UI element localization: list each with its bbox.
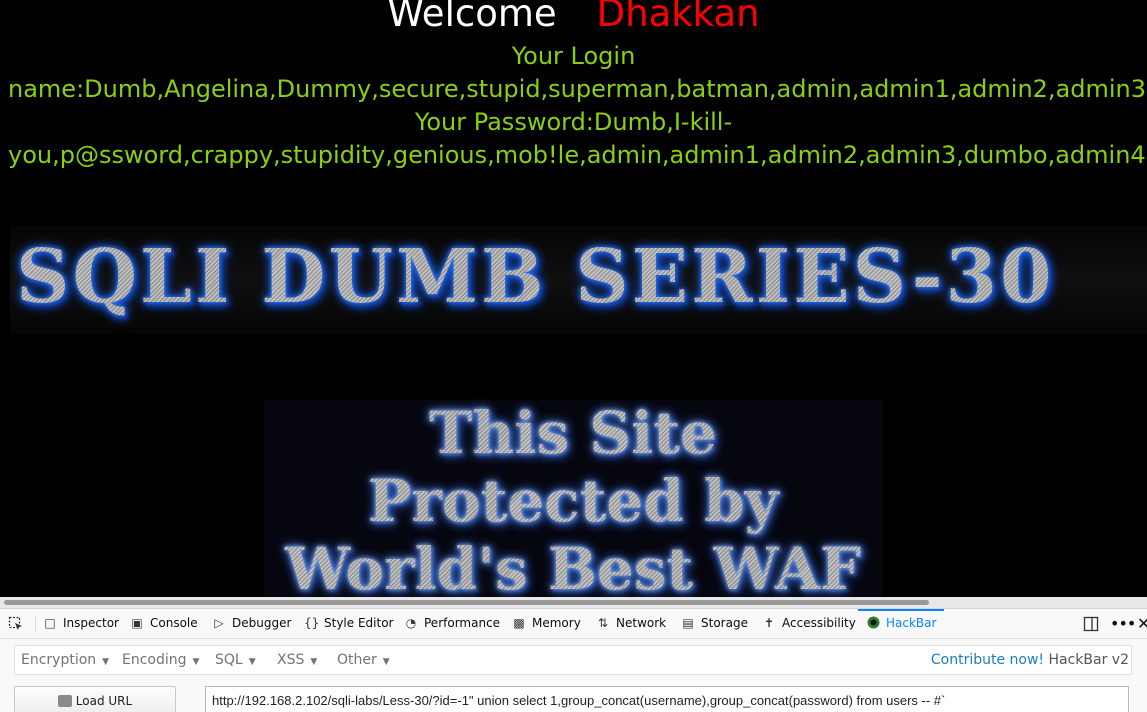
menu-encryption-label: Encryption [21,652,97,668]
debugger-icon: ▷ [214,616,224,630]
element-picker-icon[interactable] [8,609,24,638]
tab-memory-label: Memory [532,616,581,630]
waf-line-2: Protected by [264,468,882,534]
accessibility-icon: ✝ [763,616,775,630]
login-names: name:Dumb,Angelina,Dummy,secure,stupid,s… [8,75,1147,103]
menu-sql-label: SQL [215,652,243,668]
inspector-icon: □ [44,616,56,630]
password-values: you,p@ssword,crappy,stupidity,genious,mo… [8,141,1146,169]
tab-console-label: Console [150,616,198,630]
welcome-heading: Welcome Dhakkan [0,0,1147,38]
chevron-down-icon: ▼ [382,657,390,667]
menu-other[interactable]: Other ▼ [337,646,390,674]
network-icon: ⇅ [597,616,609,630]
tab-inspector[interactable]: □ Inspector [43,609,119,638]
tab-debugger-label: Debugger [232,616,292,630]
waf-line-1: This Site [264,400,882,466]
console-icon: ▣ [131,616,143,630]
chevron-down-icon: ▼ [310,657,318,667]
hackbar-toolbar: Encryption ▼ Encoding ▼ SQL ▼ XSS ▼ Other ▼ C… [14,645,1132,675]
hackbar-version: HackBar v2 [1048,652,1130,668]
tab-console[interactable]: ▣ Console [130,609,198,638]
contribute-link[interactable]: Contribute now! [931,652,1044,668]
memory-icon: ▩ [513,616,525,630]
tab-inspector-label: Inspector [63,616,119,630]
load-url-label: Load URL [75,694,133,708]
waf-line-3: World's Best WAF [264,536,882,600]
url-input[interactable]: http://192.168.2.102/sqli-labs/Less-30/?… [205,686,1129,712]
login-label: Your Login [511,42,636,70]
more-options-icon[interactable]: ••• [1110,609,1136,638]
tab-hackbar[interactable]: HackBar [857,609,945,638]
tab-hackbar-label: HackBar [886,616,937,630]
scrollbar-thumb[interactable] [4,600,929,605]
close-icon[interactable]: ✕ [1137,609,1147,638]
tab-network-label: Network [616,616,667,630]
tab-performance-label: Performance [424,616,501,630]
hackbar-icon [866,609,880,638]
toolbar-divider [35,616,36,632]
welcome-word: Welcome [387,0,557,35]
load-url-icon [57,695,72,707]
chevron-down-icon: ▼ [248,657,256,667]
contribute-area: Contribute now! HackBar v2 [931,646,1129,674]
menu-xss-label: XSS [277,652,305,668]
load-url-button[interactable]: Load URL [14,686,176,712]
password-label: Your Password:Dumb,I-kill- [414,108,733,136]
storage-icon: ▤ [682,616,694,630]
series-banner: SQLI DUMB SERIES-30 [10,226,1147,334]
waf-image: This Site Protected by World's Best WAF [264,400,882,600]
tab-accessibility-label: Accessibility [782,616,856,630]
devtools-tabbar: □ Inspector ▣ Console ▷ Debugger {} Style Ed… [0,609,1147,639]
tab-network[interactable]: ⇅ Network [596,609,666,638]
style-editor-icon: {} [304,616,320,630]
tab-performance[interactable]: ◔ Performance [404,609,500,638]
devtools-panel: □ Inspector ▣ Console ▷ Debugger {} Style Ed… [0,608,1147,712]
chevron-down-icon: ▼ [102,657,110,667]
welcome-name: Dhakkan [596,0,760,35]
menu-xss[interactable]: XSS ▼ [277,646,317,674]
dock-side-icon[interactable] [1083,609,1099,638]
page-horizontal-scrollbar[interactable] [0,597,1147,608]
banner-title: SQLI DUMB SERIES-30 [16,234,1055,320]
tab-storage[interactable]: ▤ Storage [681,609,748,638]
performance-icon: ◔ [405,616,417,630]
tab-style-editor-label: Style Editor [324,616,394,630]
menu-encoding-label: Encoding [122,652,187,668]
chevron-down-icon: ▼ [192,657,200,667]
menu-sql[interactable]: SQL ▼ [215,646,256,674]
tab-style-editor[interactable]: {} Style Editor [304,609,393,638]
page-content: Welcome Dhakkan Your Login name:Dumb,Ange… [0,0,1147,600]
tab-memory[interactable]: ▩ Memory [512,609,581,638]
menu-other-label: Other [337,652,377,668]
menu-encryption[interactable]: Encryption ▼ [21,646,109,674]
browser-window: Welcome Dhakkan Your Login name:Dumb,Ange… [0,0,1147,712]
tab-accessibility[interactable]: ✝ Accessibility [762,609,856,638]
menu-encoding[interactable]: Encoding ▼ [122,646,199,674]
tab-debugger[interactable]: ▷ Debugger [212,609,291,638]
tab-storage-label: Storage [701,616,748,630]
